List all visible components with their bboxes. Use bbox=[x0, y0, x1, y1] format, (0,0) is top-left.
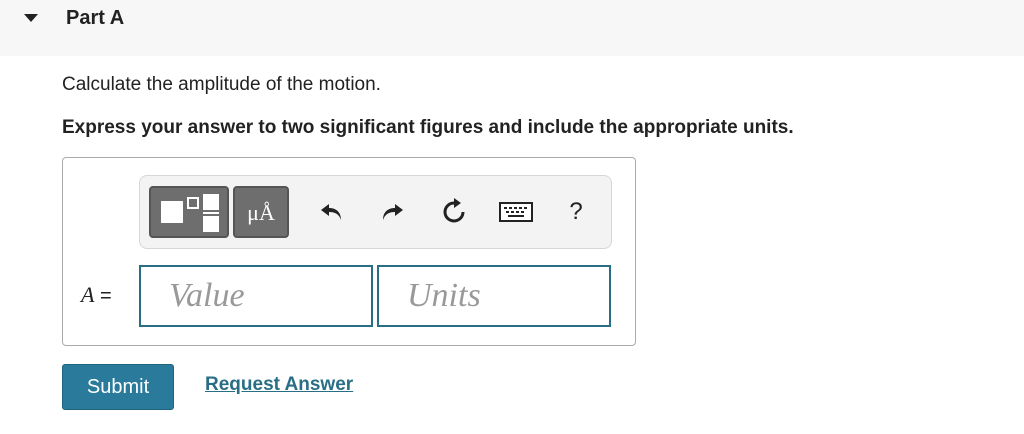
variable-name: A bbox=[81, 282, 95, 307]
help-icon: ? bbox=[569, 198, 583, 225]
question-text: Calculate the amplitude of the motion. bbox=[62, 74, 381, 95]
value-placeholder: Value bbox=[169, 277, 245, 314]
templates-button[interactable] bbox=[149, 186, 229, 238]
units-icon: μÅ bbox=[247, 200, 275, 225]
redo-icon bbox=[383, 204, 403, 220]
units-placeholder: Units bbox=[407, 277, 481, 314]
units-button[interactable]: μÅ bbox=[233, 186, 289, 238]
variable-label: A = bbox=[81, 282, 112, 308]
part-header[interactable]: Part A bbox=[0, 0, 1024, 56]
redo-button[interactable] bbox=[372, 186, 412, 238]
submit-button[interactable]: Submit bbox=[62, 364, 174, 410]
instruction-text: Express your answer to two significant f… bbox=[62, 117, 794, 138]
part-title: Part A bbox=[66, 7, 125, 29]
help-button[interactable]: ? bbox=[556, 186, 596, 238]
undo-icon bbox=[321, 204, 341, 220]
collapse-caret-icon[interactable] bbox=[24, 14, 38, 22]
keyboard-button[interactable] bbox=[496, 186, 536, 238]
math-toolbar: μÅ ? bbox=[139, 175, 612, 249]
units-input[interactable]: Units bbox=[377, 265, 611, 327]
value-input[interactable]: Value bbox=[139, 265, 373, 327]
reset-icon bbox=[443, 198, 465, 223]
equals-sign: = bbox=[100, 285, 112, 307]
reset-button[interactable] bbox=[434, 186, 474, 238]
answer-box: μÅ ? A = Value Units bbox=[62, 157, 636, 346]
undo-button[interactable] bbox=[312, 186, 352, 238]
keyboard-icon bbox=[499, 202, 533, 222]
request-answer-link[interactable]: Request Answer bbox=[205, 374, 353, 396]
